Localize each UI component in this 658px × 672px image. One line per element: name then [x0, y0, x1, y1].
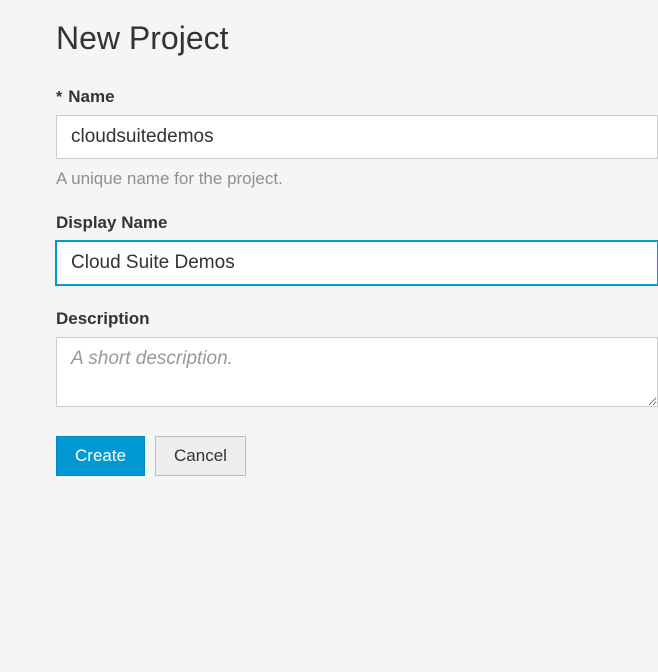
- required-mark: *: [56, 89, 62, 107]
- display-name-label: Display Name: [56, 213, 168, 233]
- page-title: New Project: [56, 20, 658, 57]
- display-name-field-group: Display Name: [56, 213, 658, 285]
- name-help-text: A unique name for the project.: [56, 169, 658, 189]
- name-field-group: * Name A unique name for the project.: [56, 87, 658, 189]
- button-row: Create Cancel: [56, 436, 658, 476]
- cancel-button[interactable]: Cancel: [155, 436, 246, 476]
- description-field-group: Description: [56, 309, 658, 412]
- name-label: Name: [68, 87, 114, 107]
- display-name-input[interactable]: [56, 241, 658, 285]
- description-label: Description: [56, 309, 150, 329]
- create-button[interactable]: Create: [56, 436, 145, 476]
- name-input[interactable]: [56, 115, 658, 159]
- description-input[interactable]: [56, 337, 658, 407]
